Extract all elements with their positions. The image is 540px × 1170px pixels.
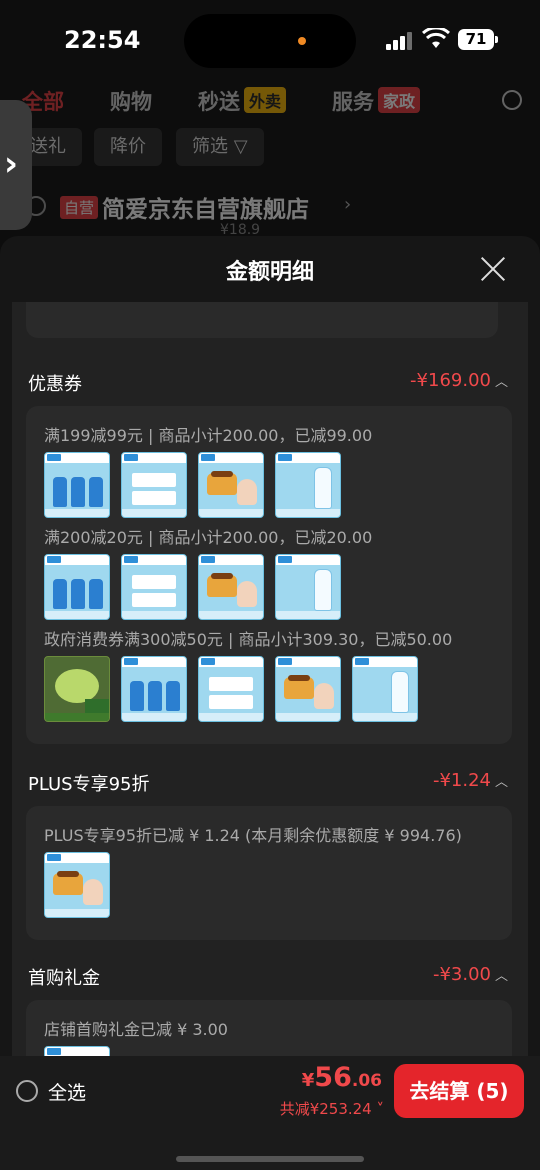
select-all-label[interactable]: 全选 <box>48 1078 86 1105</box>
wifi-icon <box>422 28 450 48</box>
battery-icon: 71 <box>458 29 498 50</box>
search-icon[interactable] <box>502 90 522 110</box>
plus-section-title: PLUS专享95折 <box>28 774 150 795</box>
shop-name[interactable]: 简爱京东自营旗舰店 <box>102 190 309 224</box>
dynamic-island <box>184 14 356 68</box>
product-thumbnail <box>44 656 110 722</box>
total-price: ¥56.06 <box>301 1062 382 1093</box>
coupon-line: 满200减20元 | 商品小计200.00，已减20.00 <box>44 528 373 547</box>
product-thumbnail <box>352 656 418 722</box>
top-tabs: 全部 购物 秒送 外卖 服务 家政 <box>22 80 522 120</box>
home-indicator <box>176 1156 364 1162</box>
shop-header: 自营 简爱京东自营旗舰店 › ¥18.9 <box>26 188 526 238</box>
coupon-line: 政府消费券满300减50元 | 商品小计309.30，已减50.00 <box>44 630 453 649</box>
takeout-badge: 外卖 <box>244 87 287 113</box>
chip-price-drop[interactable]: 降价 <box>94 128 162 166</box>
status-bar: 22:54 71 <box>0 0 540 80</box>
coupon-section-amount[interactable]: -¥169.00 ︿ <box>410 370 508 391</box>
coupon-line: 满199减99元 | 商品小计200.00，已减99.00 <box>44 426 373 445</box>
chevron-right-icon: › <box>4 144 19 184</box>
product-thumbnails <box>44 656 424 722</box>
product-thumbnail <box>121 452 187 518</box>
tab-shopping[interactable]: 购物 <box>110 86 152 116</box>
tab-service[interactable]: 服务 家政 <box>332 86 421 116</box>
coupon-section-title: 优惠券 <box>28 374 82 395</box>
plus-line: PLUS专享95折已减 ¥ 1.24 (本月剩余优惠额度 ¥ 994.76) <box>44 826 462 845</box>
chevron-up-icon: ︿ <box>494 969 508 984</box>
product-thumbnail <box>121 554 187 620</box>
product-thumbnail <box>44 852 110 918</box>
product-thumbnail <box>121 656 187 722</box>
cellular-signal-icon <box>386 30 414 50</box>
plus-section-amount[interactable]: -¥1.24 ︿ <box>433 770 508 791</box>
self-operated-badge: 自营 <box>60 196 99 219</box>
total-saved[interactable]: 共减¥253.24 ˅ <box>280 1098 384 1119</box>
recording-dot-icon <box>298 37 306 45</box>
product-thumbnail <box>198 452 264 518</box>
previous-card-fragment <box>26 302 498 338</box>
checkout-bar: 全选 ¥56.06 共减¥253.24 ˅ 去结算 (5) <box>0 1056 540 1170</box>
first-purchase-section-title: 首购礼金 <box>28 968 100 989</box>
tab-quick-delivery[interactable]: 秒送 外卖 <box>198 86 287 116</box>
select-all-radio[interactable] <box>16 1080 38 1102</box>
chevron-up-icon: ︿ <box>494 775 508 790</box>
first-purchase-line: 店铺首购礼金已减 ¥ 3.00 <box>44 1020 228 1039</box>
product-thumbnail <box>44 452 110 518</box>
product-thumbnails <box>44 852 114 918</box>
housekeeping-badge: 家政 <box>378 87 421 113</box>
first-purchase-section-amount[interactable]: -¥3.00 ︿ <box>433 964 508 985</box>
chip-filter[interactable]: 筛选 ▽ <box>176 128 264 166</box>
product-thumbnail <box>44 554 110 620</box>
plus-detail-card: PLUS专享95折已减 ¥ 1.24 (本月剩余优惠额度 ¥ 994.76) <box>26 806 512 940</box>
product-thumbnails <box>44 452 344 518</box>
chevron-up-icon: ︿ <box>494 375 508 390</box>
coupon-detail-card: 满199减99元 | 商品小计200.00，已减99.00 满200减20元 |… <box>26 406 512 744</box>
product-thumbnail <box>198 554 264 620</box>
side-panel-handle[interactable]: › <box>0 100 32 230</box>
chevron-right-icon: › <box>344 194 352 215</box>
checkout-button[interactable]: 去结算 (5) <box>394 1064 524 1118</box>
chevron-down-icon: ˅ <box>371 1100 384 1118</box>
sheet-header: 金额明细 <box>0 236 540 302</box>
product-thumbnail <box>275 554 341 620</box>
filter-chips: 送礼 降价 筛选 ▽ <box>0 128 540 168</box>
close-icon[interactable] <box>478 254 508 284</box>
filter-funnel-icon: ▽ <box>233 136 248 157</box>
sheet-body: 优惠券 -¥169.00 ︿ 满199减99元 | 商品小计200.00，已减99… <box>12 302 528 1102</box>
product-thumbnail <box>275 656 341 722</box>
background-cart-page: 全部 购物 秒送 外卖 服务 家政 送礼 降价 筛选 ▽ 自营 简爱京东自营旗舰店 … <box>0 80 540 240</box>
status-time: 22:54 <box>64 26 141 54</box>
amount-detail-sheet: 金额明细 优惠券 -¥169.00 ︿ 满199减99元 | 商品小计200.00… <box>0 236 540 1170</box>
product-thumbnails <box>44 554 344 620</box>
product-thumbnail <box>275 452 341 518</box>
sheet-title: 金额明细 <box>225 260 314 285</box>
product-thumbnail <box>198 656 264 722</box>
